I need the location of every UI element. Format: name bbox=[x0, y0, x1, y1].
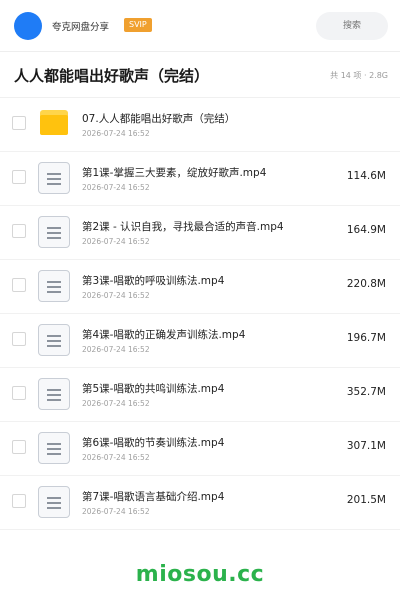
file-list: 07.人人都能唱出好歌声（完结） 2026-07-24 16:52 第1课-掌握… bbox=[0, 98, 400, 530]
file-icon bbox=[38, 216, 70, 248]
item-name[interactable]: 第1课-掌握三大要素，绽放好歌声.mp4 bbox=[82, 165, 266, 180]
search-input[interactable] bbox=[316, 12, 388, 40]
item-name[interactable]: 第7课-唱歌语言基础介绍.mp4 bbox=[82, 489, 224, 504]
file-icon bbox=[38, 270, 70, 302]
file-icon bbox=[38, 432, 70, 464]
share-page: 夸克网盘分享 SVIP 人人都能唱出好歌声（完结） 共 14 项 · 2.8G … bbox=[0, 0, 400, 600]
item-size: 352.7M bbox=[346, 386, 386, 398]
item-date: 2026-07-24 16:52 bbox=[82, 453, 150, 462]
checkbox[interactable] bbox=[12, 116, 26, 130]
item-name[interactable]: 第5课-唱歌的共鸣训练法.mp4 bbox=[82, 381, 224, 396]
item-date: 2026-07-24 16:52 bbox=[82, 507, 150, 516]
file-icon bbox=[38, 162, 70, 194]
list-item[interactable]: 第5课-唱歌的共鸣训练法.mp4 2026-07-24 16:52 352.7M bbox=[0, 368, 400, 422]
app-name: 夸克网盘分享 bbox=[52, 22, 110, 33]
list-item[interactable]: 第1课-掌握三大要素，绽放好歌声.mp4 2026-07-24 16:52 11… bbox=[0, 152, 400, 206]
item-name[interactable]: 第6课-唱歌的节奏训练法.mp4 bbox=[82, 435, 224, 450]
item-size: 307.1M bbox=[346, 440, 386, 452]
avatar[interactable] bbox=[14, 12, 42, 40]
item-date: 2026-07-24 16:52 bbox=[82, 129, 150, 138]
item-date: 2026-07-24 16:52 bbox=[82, 399, 150, 408]
list-item[interactable]: 07.人人都能唱出好歌声（完结） 2026-07-24 16:52 bbox=[0, 98, 400, 152]
item-name[interactable]: 07.人人都能唱出好歌声（完结） bbox=[82, 111, 235, 126]
item-size: 164.9M bbox=[346, 224, 386, 236]
item-date: 2026-07-24 16:52 bbox=[82, 345, 150, 354]
list-item[interactable]: 第3课-唱歌的呼吸训练法.mp4 2026-07-24 16:52 220.8M bbox=[0, 260, 400, 314]
checkbox[interactable] bbox=[12, 170, 26, 184]
list-item[interactable]: 第7课-唱歌语言基础介绍.mp4 2026-07-24 16:52 201.5M bbox=[0, 476, 400, 530]
item-size: 220.8M bbox=[346, 278, 386, 290]
checkbox[interactable] bbox=[12, 440, 26, 454]
file-icon bbox=[38, 324, 70, 356]
item-date: 2026-07-24 16:52 bbox=[82, 291, 150, 300]
checkbox[interactable] bbox=[12, 224, 26, 238]
checkbox[interactable] bbox=[12, 386, 26, 400]
folder-meta: 共 14 项 · 2.8G bbox=[330, 71, 388, 80]
svip-badge: SVIP bbox=[124, 18, 152, 32]
item-name[interactable]: 第2课 - 认识自我，寻找最合适的声音.mp4 bbox=[82, 219, 284, 234]
file-icon bbox=[38, 378, 70, 410]
list-item[interactable]: 第2课 - 认识自我，寻找最合适的声音.mp4 2026-07-24 16:52… bbox=[0, 206, 400, 260]
item-name[interactable]: 第4课-唱歌的正确发声训练法.mp4 bbox=[82, 327, 245, 342]
list-item[interactable]: 第4课-唱歌的正确发声训练法.mp4 2026-07-24 16:52 196.… bbox=[0, 314, 400, 368]
item-size: 196.7M bbox=[346, 332, 386, 344]
watermark: miosou.cc bbox=[135, 562, 265, 587]
item-date: 2026-07-24 16:52 bbox=[82, 237, 150, 246]
item-date: 2026-07-24 16:52 bbox=[82, 183, 150, 192]
item-size: 114.6M bbox=[346, 170, 386, 182]
item-size: 201.5M bbox=[346, 494, 386, 506]
item-name[interactable]: 第3课-唱歌的呼吸训练法.mp4 bbox=[82, 273, 224, 288]
folder-icon bbox=[38, 108, 70, 140]
list-item[interactable]: 第6课-唱歌的节奏训练法.mp4 2026-07-24 16:52 307.1M bbox=[0, 422, 400, 476]
page-title: 人人都能唱出好歌声（完结） bbox=[14, 67, 210, 85]
title-bar: 人人都能唱出好歌声（完结） 共 14 项 · 2.8G bbox=[0, 52, 400, 98]
checkbox[interactable] bbox=[12, 278, 26, 292]
checkbox[interactable] bbox=[12, 494, 26, 508]
header: 夸克网盘分享 SVIP bbox=[0, 0, 400, 52]
file-icon bbox=[38, 486, 70, 518]
checkbox[interactable] bbox=[12, 332, 26, 346]
